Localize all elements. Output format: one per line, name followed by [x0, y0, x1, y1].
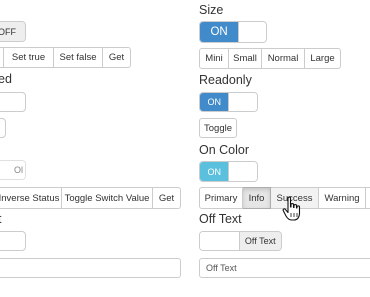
off-text-switch-knob — [200, 232, 240, 250]
off-text-heading: Off Text — [199, 212, 242, 226]
set-true-button[interactable]: Set true — [4, 47, 54, 68]
on-color-switch-knob — [228, 162, 257, 181]
on-color-heading: On Color — [199, 143, 250, 157]
inverse-status-button[interactable]: Inverse Status — [0, 187, 62, 209]
disabled-heading-fragment: ed — [0, 72, 12, 86]
small-switch-cropped[interactable] — [0, 118, 6, 138]
size-button-group: Mini Small Normal Large — [199, 48, 341, 69]
mini-button[interactable]: Mini — [199, 48, 229, 69]
size-heading: Size — [199, 3, 224, 17]
size-switch[interactable]: ON — [199, 21, 267, 43]
state-button-group: Set true Set false Get — [0, 47, 131, 68]
warning-button[interactable]: Warning — [319, 187, 366, 209]
info-button[interactable]: Info — [243, 187, 271, 209]
off-text-input-value: Off Text — [206, 263, 237, 273]
off-text-input[interactable]: Off Text — [199, 258, 370, 278]
label-heading-fragment: t — [0, 212, 1, 226]
off-text-switch-label: Off Text — [239, 232, 281, 250]
readonly-heading: Readonly — [199, 73, 252, 87]
get-state-button[interactable]: Get — [103, 47, 131, 68]
get-toggle-button[interactable]: Get — [153, 187, 181, 209]
label-text-input[interactable] — [0, 258, 181, 278]
readonly-switch-on-label: ON — [200, 93, 229, 111]
off-switch-label: OFF — [0, 22, 25, 41]
readonly-switch[interactable]: ON — [199, 92, 258, 112]
on-color-switch[interactable]: ON — [199, 161, 258, 182]
readonly-toggle-button[interactable]: Toggle — [199, 118, 237, 138]
toggle-switch-value-button[interactable]: Toggle Switch Value — [62, 187, 153, 209]
normal-button[interactable]: Normal — [262, 48, 305, 69]
label-switch-cropped[interactable] — [0, 231, 26, 251]
primary-button[interactable]: Primary — [199, 187, 243, 209]
off-text-switch[interactable]: Off Text — [199, 231, 282, 251]
readonly-switch-knob — [228, 93, 257, 111]
small-button[interactable]: Small — [229, 48, 262, 69]
size-switch-on-label: ON — [200, 22, 239, 42]
size-switch-knob — [238, 22, 266, 42]
set-false-button[interactable]: Set false — [54, 47, 103, 68]
toggle-button-group: Inverse Status Toggle Switch Value Get — [0, 187, 181, 209]
indeterminate-switch-label: Ol — [0, 161, 25, 179]
color-button-cropped[interactable] — [366, 187, 370, 209]
hand-pointer-icon — [282, 196, 301, 221]
disabled-switch-cropped[interactable] — [0, 92, 26, 112]
indeterminate-switch[interactable]: Ol — [0, 160, 26, 180]
on-color-switch-on-label: ON — [200, 162, 229, 181]
off-switch[interactable]: OFF — [0, 21, 26, 42]
large-button[interactable]: Large — [305, 48, 341, 69]
